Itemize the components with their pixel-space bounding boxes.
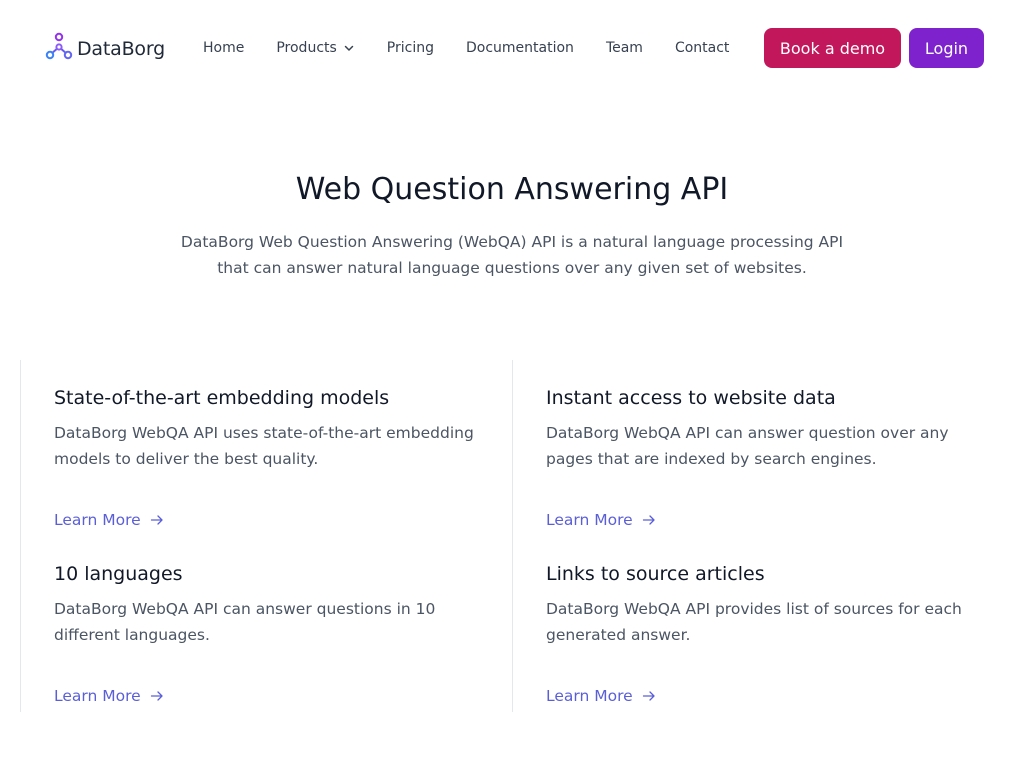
login-button[interactable]: Login (909, 28, 984, 68)
hero-description: DataBorg Web Question Answering (WebQA) … (180, 233, 844, 277)
feature-card: Links to source articles DataBorg WebQA … (546, 561, 986, 705)
feature-description: DataBorg WebQA API provides list of sour… (546, 600, 962, 644)
feature-description: DataBorg WebQA API can answer questions … (54, 600, 436, 644)
learn-more-label: Learn More (54, 687, 141, 705)
learn-more-label: Learn More (546, 511, 633, 529)
molecule-nodes-icon (44, 32, 74, 66)
learn-more-link[interactable]: Learn More (546, 511, 657, 529)
nav-documentation[interactable]: Documentation (466, 40, 574, 56)
nav-home[interactable]: Home (203, 40, 244, 56)
nav-products-label: Products (276, 40, 337, 56)
main-nav: Home Products Pricing Documentation Team… (203, 38, 729, 58)
learn-more-link[interactable]: Learn More (546, 687, 657, 705)
divider (512, 360, 513, 712)
learn-more-link[interactable]: Learn More (54, 511, 165, 529)
logo-link[interactable]: DataBorg (44, 32, 165, 66)
learn-more-link[interactable]: Learn More (54, 687, 165, 705)
chevron-down-icon (343, 42, 355, 54)
arrow-right-icon (149, 512, 165, 528)
features-grid: State-of-the-art embedding models DataBo… (20, 360, 1004, 712)
nav-contact[interactable]: Contact (675, 40, 729, 56)
nav-pricing[interactable]: Pricing (387, 40, 434, 56)
logo-text: DataBorg (77, 38, 165, 60)
arrow-right-icon (149, 688, 165, 704)
nav-products[interactable]: Products (276, 40, 354, 56)
book-demo-button[interactable]: Book a demo (764, 28, 901, 68)
feature-title: 10 languages (54, 563, 183, 585)
arrow-right-icon (641, 688, 657, 704)
feature-title: Links to source articles (546, 563, 765, 585)
arrow-right-icon (641, 512, 657, 528)
learn-more-label: Learn More (546, 687, 633, 705)
feature-description: DataBorg WebQA API can answer question o… (546, 424, 949, 468)
learn-more-label: Learn More (54, 511, 141, 529)
nav-team[interactable]: Team (606, 40, 643, 56)
feature-title: Instant access to website data (546, 387, 836, 409)
site-header: DataBorg Home Products Pricing Documenta… (0, 0, 1024, 96)
divider (20, 360, 21, 712)
feature-card: 10 languages DataBorg WebQA API can answ… (54, 561, 494, 705)
feature-card: State-of-the-art embedding models DataBo… (54, 385, 494, 529)
feature-title: State-of-the-art embedding models (54, 387, 390, 409)
page-title: Web Question Answering API (295, 172, 729, 207)
feature-description: DataBorg WebQA API uses state-of-the-art… (54, 424, 474, 468)
feature-card: Instant access to website data DataBorg … (546, 385, 986, 529)
